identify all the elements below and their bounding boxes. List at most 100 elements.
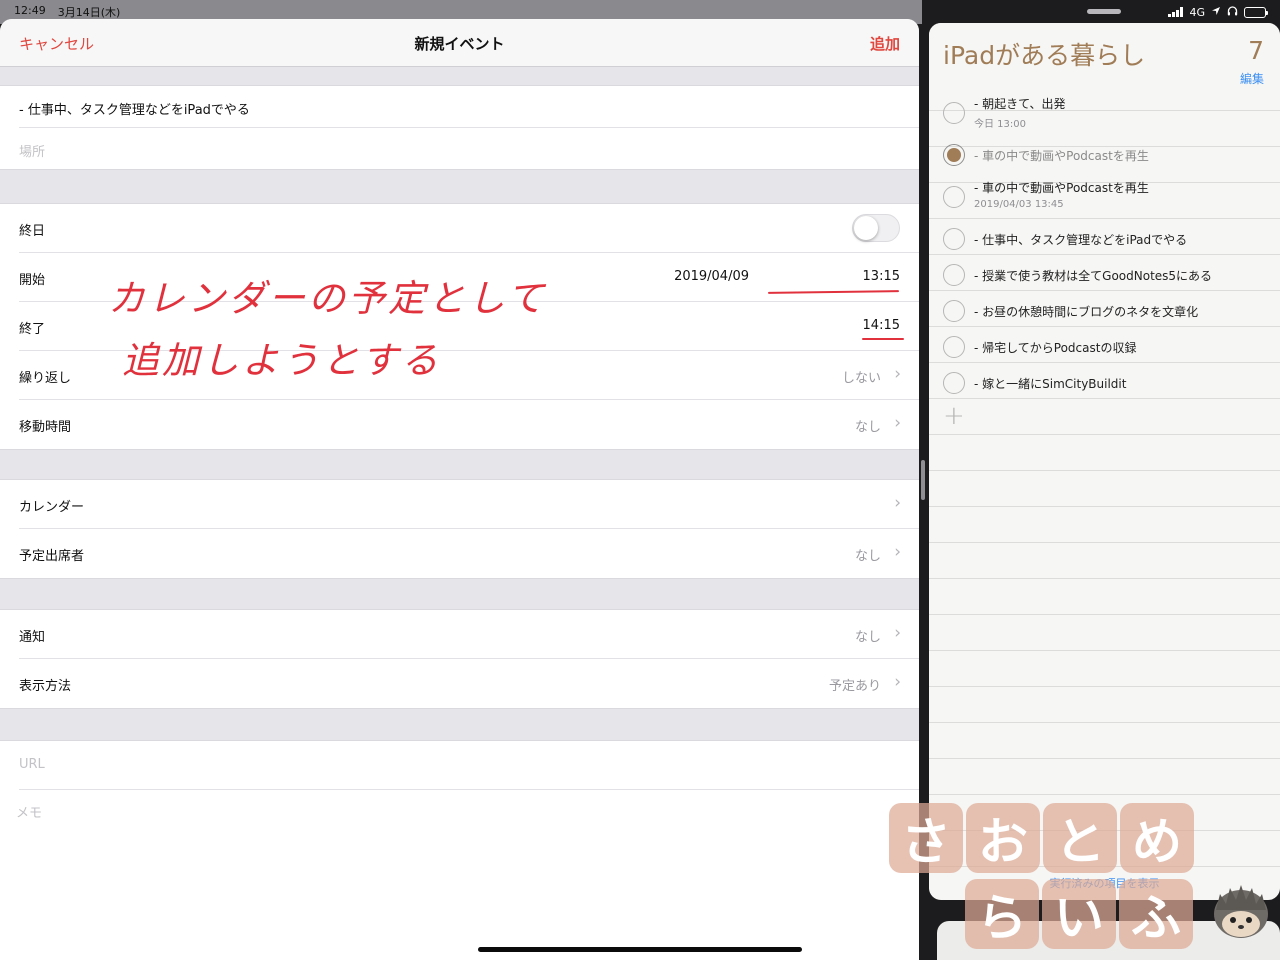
plus-icon[interactable]: + [943,401,965,431]
event-title-value: - 仕事中、タスク管理などをiPadでやる [19,103,250,118]
start-label: 開始 [19,273,46,288]
alert-value: なし [854,630,881,645]
reminders-count: 7 [1248,36,1264,65]
edit-button[interactable]: 編集 [1240,70,1264,87]
event-title-field[interactable]: - 仕事中、タスク管理などをiPadでやる [19,86,919,128]
checkbox-circle-icon[interactable] [943,102,965,124]
watermark-tile: ふ [1119,879,1193,949]
calendar-group: カレンダー › 予定出席者 なし › [0,479,919,579]
repeat-value: しない [841,371,881,386]
status-bar-right: 4G [1168,5,1268,19]
reminder-subtitle: 2019/04/03 13:45 [974,199,1064,210]
all-day-label: 終日 [19,224,46,239]
invitees-label: 予定出席者 [19,549,85,564]
checkbox-circle-icon[interactable] [943,264,965,286]
end-label: 終了 [19,322,46,337]
watermark-tile: ら [965,879,1039,949]
signal-icon [1168,7,1184,17]
show-as-value: 予定あり [828,679,881,694]
watermark-tile: い [1042,879,1116,949]
calendar-row[interactable]: カレンダー › [19,480,919,529]
invitees-value: なし [854,549,881,564]
reminders-pane: iPadがある暮らし 7 編集 - 朝起きて、出発 今日 13:00 - 車の中… [929,23,1280,900]
title-location-group: - 仕事中、タスク管理などをiPadでやる 場所 [0,85,919,170]
invitees-row[interactable]: 予定出席者 なし › [19,529,919,578]
end-time[interactable]: 14:15 [863,318,900,333]
checkbox-circle-icon[interactable] [943,336,965,358]
travel-time-row[interactable]: 移動時間 なし › [19,400,919,449]
handwritten-annotation: カレンダーの予定として 追加しようとする [108,268,588,392]
reminder-text: - 授業で使う教材は全てGoodNotes5にある [974,269,1213,283]
checkbox-checked-icon[interactable] [943,144,965,166]
watermark-logo: さ お と め ら い ふ [889,803,1209,953]
reminder-subtitle: 今日 13:00 [974,119,1026,130]
watermark-tile: め [1120,803,1194,873]
alert-row[interactable]: 通知 なし › [19,610,919,659]
reminder-text: - 仕事中、タスク管理などをiPadでやる [974,233,1188,247]
add-reminder-row[interactable]: + [943,401,1280,437]
all-day-row: 終日 [19,204,919,253]
alert-label: 通知 [19,630,46,645]
chevron-right-icon: › [894,364,901,384]
chevron-right-icon: › [894,672,901,692]
chevron-right-icon: › [894,623,901,643]
chevron-right-icon: › [894,493,901,513]
reminder-text: - 車の中で動画やPodcastを再生 [974,181,1149,195]
event-sheet-title: 新規イベント [414,35,505,53]
new-event-sheet: キャンセル 新規イベント 追加 - 仕事中、タスク管理などをiPadでやる 場所… [0,19,919,960]
checkbox-circle-icon[interactable] [943,186,965,208]
alert-group: 通知 なし › 表示方法 予定あり › [0,609,919,709]
reminders-header: iPadがある暮らし 7 編集 [929,23,1280,89]
watermark-row-2: ら い ふ [889,879,1209,949]
event-navbar: キャンセル 新規イベント 追加 [0,19,919,67]
url-placeholder: URL [19,757,45,772]
split-view-divider[interactable] [921,460,925,500]
annotation-line-1: カレンダーの予定として [108,277,547,320]
checkbox-circle-icon[interactable] [943,228,965,250]
chevron-right-icon: › [894,542,901,562]
notes-field[interactable]: メモ [16,790,919,940]
travel-time-value: なし [854,420,881,435]
home-indicator [478,947,802,952]
list-item[interactable]: - 朝起きて、出発 今日 13:00 [943,89,1280,137]
toggle-knob [854,216,878,240]
list-item[interactable]: - お昼の休憩時間にブログのネタを文章化 [943,293,1280,329]
list-item[interactable]: - 帰宅してからPodcastの収録 [943,329,1280,365]
start-date[interactable]: 2019/04/09 [674,269,749,284]
watermark-tile: お [966,803,1040,873]
start-time[interactable]: 13:15 [863,269,900,284]
add-button[interactable]: 追加 [870,33,900,54]
notes-placeholder: メモ [16,806,43,821]
multitask-grabber[interactable] [1087,9,1121,14]
list-item[interactable]: - 車の中で動画やPodcastを再生 2019/04/03 13:45 [943,173,1280,221]
travel-time-label: 移動時間 [19,420,72,435]
status-date: 3月14日(木) [57,6,121,19]
list-item[interactable]: - 車の中で動画やPodcastを再生 [943,137,1280,173]
watermark-tile: と [1043,803,1117,873]
list-item[interactable]: - 嫁と一緒にSimCityBuildit [943,365,1280,401]
show-as-row[interactable]: 表示方法 予定あり › [19,659,919,708]
list-item[interactable]: - 仕事中、タスク管理などをiPadでやる [943,221,1280,257]
battery-icon [1244,6,1268,18]
checkbox-circle-icon[interactable] [943,300,965,322]
list-item[interactable]: - 授業で使う教材は全てGoodNotes5にある [943,257,1280,293]
watermark-row-1: さ お と め [889,803,1209,873]
reminder-text: - 帰宅してからPodcastの収録 [974,341,1137,355]
location-placeholder: 場所 [19,145,46,160]
chevron-right-icon: › [894,413,901,433]
url-field[interactable]: URL [19,741,919,790]
headphones-icon [1227,5,1238,19]
location-arrow-icon [1211,6,1221,19]
location-field[interactable]: 場所 [19,128,919,169]
hedgehog-mascot-icon [1212,880,1270,940]
reminders-list-title: iPadがある暮らし [943,41,1146,70]
annotation-line-2: 追加しようとする [122,339,441,382]
url-notes-group: URL メモ [0,740,919,960]
reminder-text: - 朝起きて、出発 [974,97,1066,111]
reminder-text: - 車の中で動画やPodcastを再生 [974,149,1149,163]
checkbox-circle-icon[interactable] [943,372,965,394]
network-type: 4G [1189,5,1205,19]
all-day-toggle[interactable] [852,214,900,242]
reminder-text: - お昼の休憩時間にブログのネタを文章化 [974,305,1199,319]
show-as-label: 表示方法 [19,679,72,694]
